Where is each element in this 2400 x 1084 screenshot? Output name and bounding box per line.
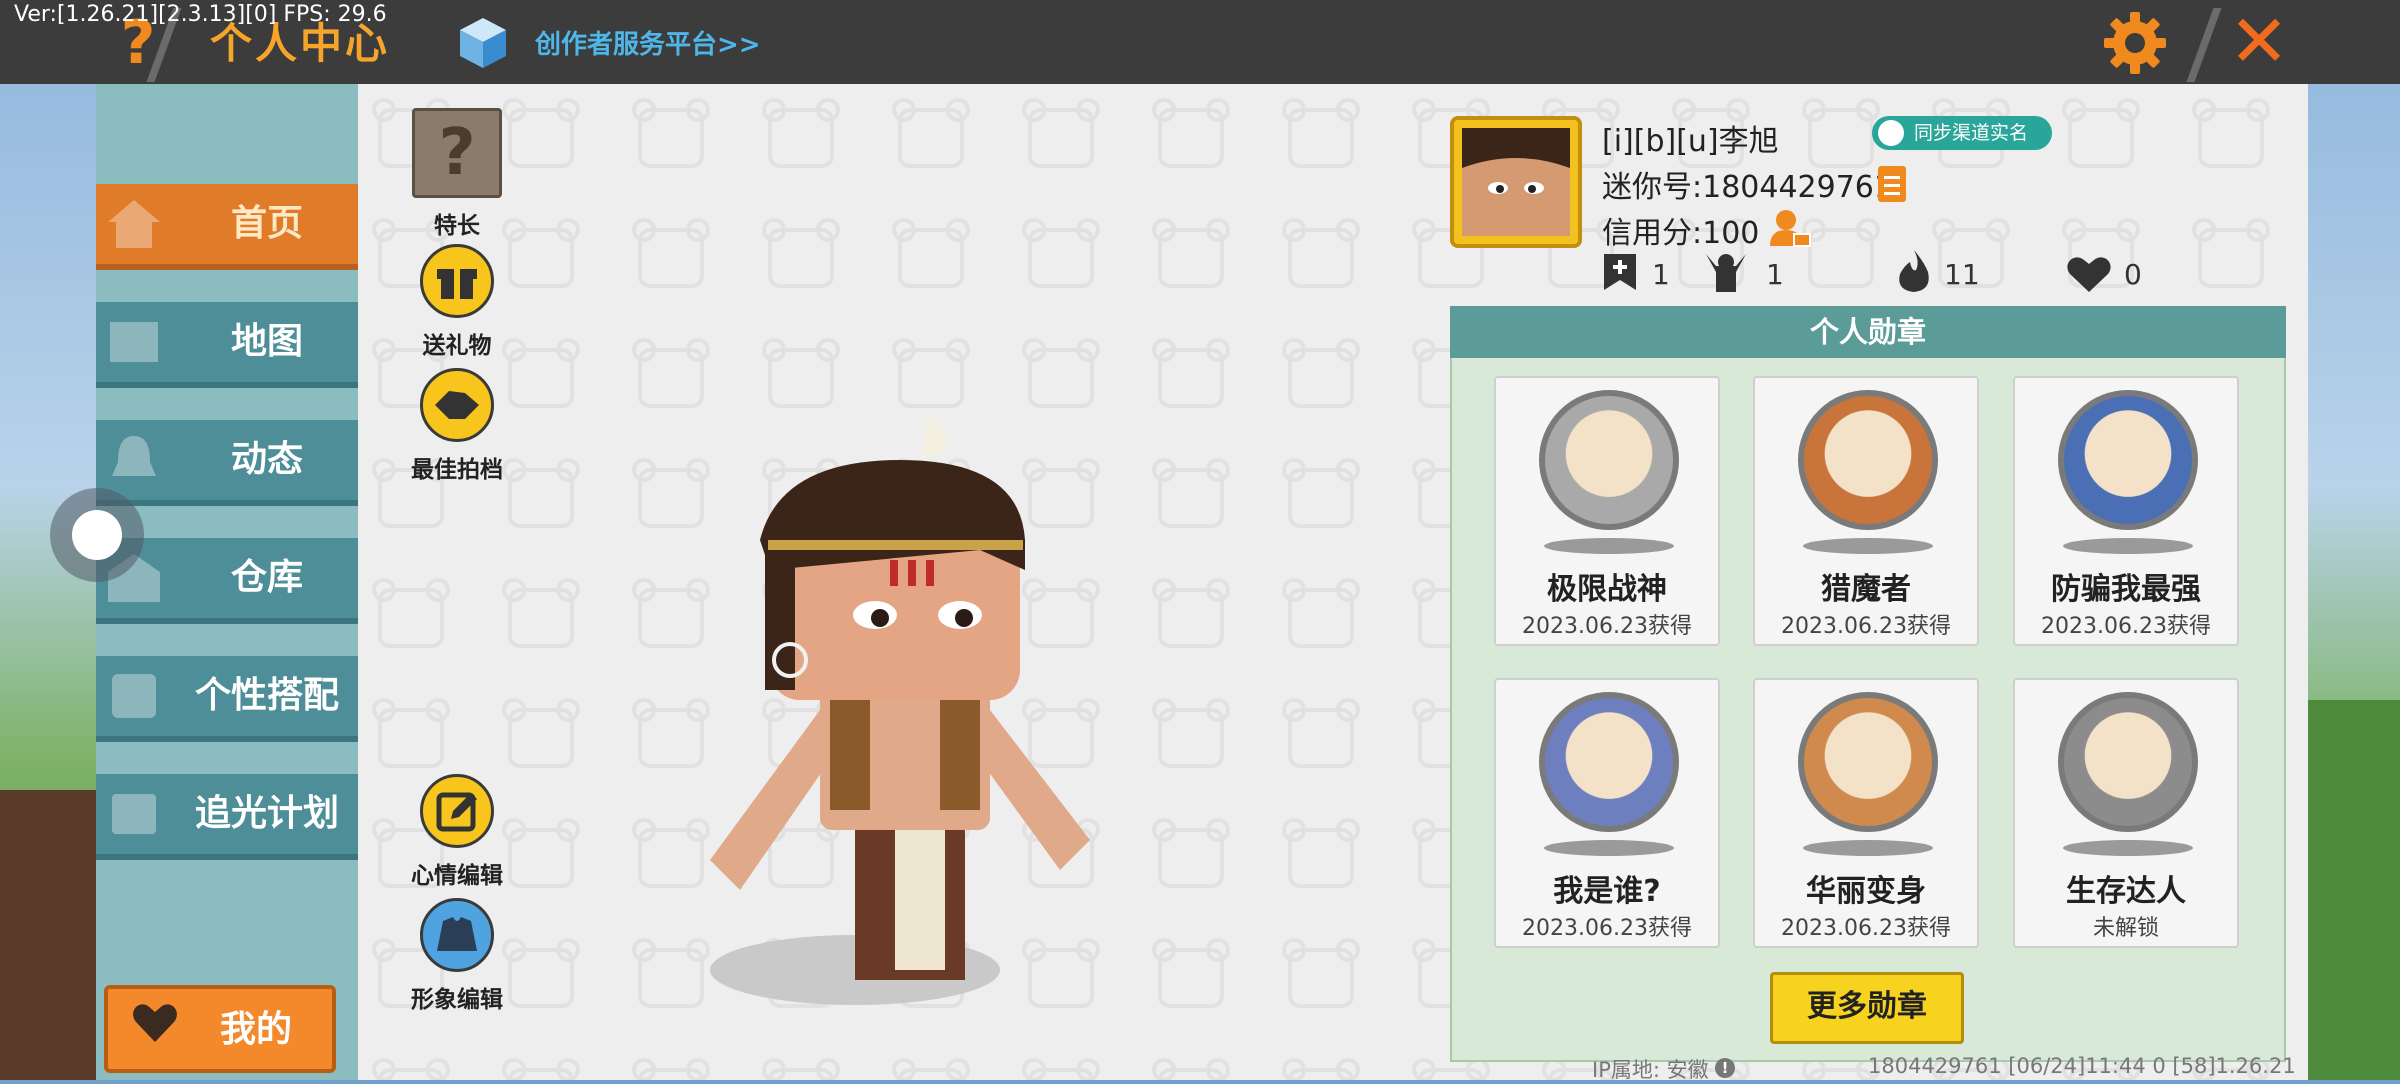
medal-card[interactable]: 猎魔者 2023.06.23获得	[1753, 376, 1979, 646]
medal-pedestal	[1544, 538, 1674, 554]
medal-pedestal	[1544, 840, 1674, 856]
medal-date: 未解锁	[2092, 916, 2159, 941]
sidebar-item-home[interactable]: 首页	[96, 184, 358, 270]
medal-card[interactable]: 我是谁? 2023.06.23获得	[1494, 678, 1720, 948]
player-character[interactable]	[680, 420, 1120, 1020]
medal-name: 华丽变身	[1806, 874, 1926, 909]
medal-icon	[2058, 692, 2198, 832]
medal-name: 生存达人	[2066, 874, 2186, 909]
gear-icon[interactable]	[2100, 8, 2170, 78]
heart-icon	[130, 998, 180, 1048]
medal-card[interactable]: 生存达人 未解锁	[2013, 678, 2239, 948]
friends-count: 1	[1652, 258, 1670, 291]
more-medals-button[interactable]: 更多勋章	[1770, 972, 1964, 1044]
sidebar-item-label: 首页	[230, 203, 303, 244]
bell-icon	[112, 436, 156, 476]
medal-icon	[2058, 390, 2198, 530]
heart-icon	[2067, 257, 2111, 292]
credit-score: 信用分:100	[1602, 216, 1760, 251]
image-edit-label: 形象编辑	[411, 987, 503, 1013]
background-grass	[2300, 700, 2400, 1080]
handshake-icon	[420, 368, 494, 442]
medal-name: 猎魔者	[1821, 572, 1911, 607]
outfit-icon	[112, 674, 156, 718]
mood-edit-button[interactable]: 心情编辑	[411, 774, 503, 889]
home-icon	[108, 200, 160, 248]
medals-title: 个人勋章	[1450, 306, 2286, 358]
fire-icon	[1899, 250, 1929, 292]
medal-date: 2023.06.23获得	[2041, 614, 2211, 639]
sidebar-item-label: 个性搭配	[194, 675, 339, 716]
medal-card[interactable]: 防骗我最强 2023.06.23获得	[2013, 376, 2239, 646]
mine-label: 我的	[220, 1009, 293, 1050]
info-icon[interactable]: !	[1715, 1058, 1735, 1078]
medal-icon	[1539, 390, 1679, 530]
sidebar-item-feed[interactable]: 动态	[96, 420, 358, 506]
cube-icon[interactable]	[458, 16, 508, 70]
map-icon	[110, 322, 158, 362]
credit-user-icon[interactable]	[1768, 206, 1812, 250]
medal-pedestal	[1803, 840, 1933, 856]
copy-icon[interactable]	[1876, 164, 1910, 204]
image-edit-button[interactable]: 形象编辑	[411, 898, 503, 1013]
avatar-image	[1462, 128, 1570, 236]
medal-name: 我是谁?	[1553, 874, 1661, 909]
creator-platform-link[interactable]: 创作者服务平台>>	[535, 24, 761, 61]
medal-date: 2023.06.23获得	[1522, 614, 1692, 639]
medal-icon	[1539, 692, 1679, 832]
footer-meta: 1804429761 [06/24]11:44 0 [58]1.26.21	[1868, 1054, 2296, 1078]
floating-assist-dot	[72, 510, 122, 560]
medal-date: 2023.06.23获得	[1781, 916, 1951, 941]
player-name: [i][b][u]李旭	[1602, 124, 1779, 159]
medal-pedestal	[2063, 538, 2193, 554]
gift-icon	[420, 244, 494, 318]
best-partner-button[interactable]: 最佳拍档	[411, 368, 503, 483]
sidebar-item-label: 仓库	[230, 557, 303, 598]
sidebar-item-label: 动态	[230, 439, 303, 480]
fans-count: 1	[1766, 258, 1784, 291]
medal-card[interactable]: 华丽变身 2023.06.23获得	[1753, 678, 1979, 948]
medal-icon	[1798, 390, 1938, 530]
medal-name: 防骗我最强	[2051, 572, 2201, 607]
sidebar-item-map[interactable]: 地图	[96, 302, 358, 388]
mini-id: 迷你号:1804429761	[1602, 170, 1893, 205]
best-partner-label: 最佳拍档	[411, 457, 503, 483]
version-readout: Ver:[1.26.21][2.3.13][0] FPS: 29.6	[14, 2, 387, 27]
medal-pedestal	[1803, 538, 1933, 554]
medal-card[interactable]: 极限战神 2023.06.23获得	[1494, 376, 1720, 646]
likes-count: 0	[2124, 258, 2142, 291]
edit-icon	[420, 774, 494, 848]
sidebar-item-label: 地图	[230, 321, 303, 362]
sidebar-item-label: 追光计划	[194, 793, 339, 834]
sidebar-item-outfit[interactable]: 个性搭配	[96, 656, 358, 742]
medal-date: 2023.06.23获得	[1522, 916, 1692, 941]
specialty-label: 特长	[434, 213, 480, 239]
specialty-button[interactable]: ?	[412, 108, 502, 198]
medal-icon	[1798, 692, 1938, 832]
medal-pedestal	[2063, 840, 2193, 856]
close-button[interactable]: ✕	[2224, 5, 2294, 78]
sidebar-item-plan[interactable]: 追光计划	[96, 774, 358, 860]
popularity-count: 11	[1944, 258, 1980, 291]
mood-edit-label: 心情编辑	[411, 863, 503, 889]
plan-icon	[112, 794, 156, 834]
send-gift-button[interactable]: 送礼物	[420, 244, 494, 359]
medal-name: 极限战神	[1547, 572, 1667, 607]
outfit-edit-icon	[420, 898, 494, 972]
send-gift-label: 送礼物	[422, 333, 492, 359]
user-icon	[1878, 120, 1904, 146]
fans-icon	[1706, 254, 1746, 292]
background-block	[0, 790, 110, 1080]
medal-date: 2023.06.23获得	[1781, 614, 1951, 639]
add-friend-icon	[1604, 254, 1636, 290]
